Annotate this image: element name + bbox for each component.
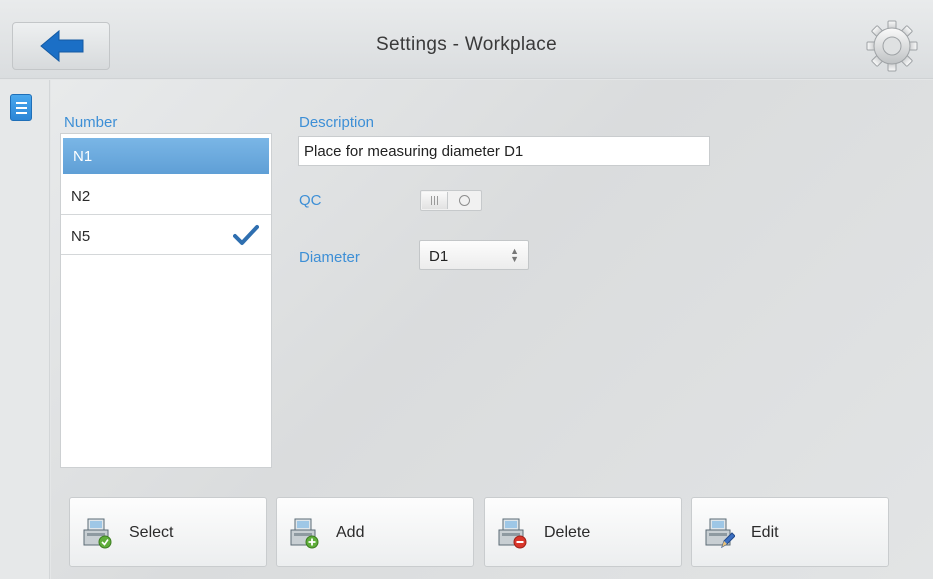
menu-button[interactable] (10, 94, 32, 121)
list-item[interactable]: N2 (61, 176, 271, 215)
workplace-edit-icon (705, 518, 735, 549)
diameter-select[interactable]: D1 ▲ ▼ (419, 240, 529, 270)
list-item-label: N1 (73, 148, 93, 165)
toggle-thumb (422, 192, 448, 209)
workplace-select-icon (83, 518, 112, 549)
diameter-label: Diameter (299, 249, 360, 266)
add-button-label: Add (336, 524, 365, 541)
spinner-arrows-icon: ▲ ▼ (510, 246, 519, 264)
number-column-label: Number (64, 114, 118, 131)
list-item-label: N5 (71, 228, 91, 245)
checkmark-icon (233, 225, 259, 245)
workplace-add-icon (290, 518, 319, 549)
select-button[interactable]: Select (69, 497, 267, 567)
description-field[interactable] (298, 136, 710, 166)
add-button[interactable]: Add (276, 497, 474, 567)
delete-button-label: Delete (544, 524, 591, 541)
left-rail (0, 80, 50, 579)
select-button-label: Select (129, 524, 174, 541)
edit-button[interactable]: Edit (691, 497, 889, 567)
qc-label: QC (299, 192, 322, 209)
list-item[interactable]: N5 (61, 216, 271, 255)
workplace-delete-icon (498, 518, 527, 549)
edit-button-label: Edit (751, 524, 779, 541)
delete-button[interactable]: Delete (484, 497, 682, 567)
gear-icon[interactable] (866, 20, 918, 72)
workplace-list: N1 N2 N5 (60, 133, 272, 468)
toggle-off-icon (459, 195, 470, 206)
list-item-label: N2 (71, 188, 91, 205)
menu-icon (16, 112, 27, 114)
description-label: Description (299, 114, 375, 131)
qc-toggle[interactable] (420, 190, 482, 211)
diameter-value: D1 (429, 248, 449, 265)
page-title: Settings - Workplace (376, 34, 557, 55)
menu-icon (16, 102, 27, 104)
menu-icon (16, 107, 27, 109)
list-item[interactable]: N1 (63, 138, 269, 174)
title-bar: Settings - Workplace (0, 0, 933, 79)
